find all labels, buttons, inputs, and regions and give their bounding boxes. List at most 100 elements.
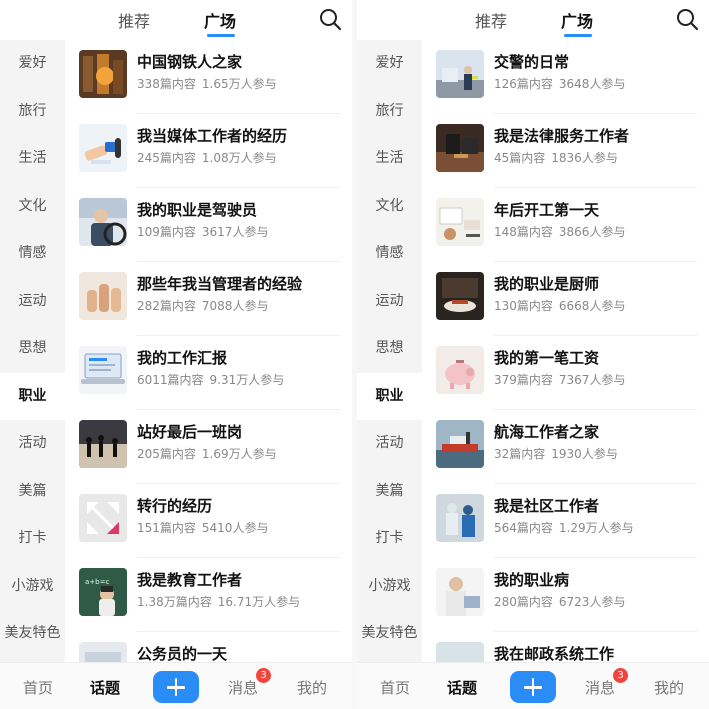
topic-list-item[interactable]: 我是社区工作者 564篇内容 1.29万人参与 — [422, 484, 709, 558]
topic-list-item[interactable]: 交警的日常 126篇内容 3648人参与 — [422, 40, 709, 114]
nav-mine[interactable]: 我的 — [297, 677, 327, 698]
search-icon[interactable] — [675, 7, 699, 31]
topic-title: 我在邮政系统工作 — [494, 645, 615, 662]
sidebar-item[interactable]: 活动 — [357, 420, 422, 468]
topic-stats: 151篇内容 5410人参与 — [137, 519, 268, 536]
nav-home[interactable]: 首页 — [380, 677, 410, 698]
participant-count: 9.31万人参与 — [209, 373, 285, 387]
topic-list-item[interactable]: 我的职业是驾驶员 109篇内容 3617人参与 — [65, 188, 352, 262]
participant-count: 5410人参与 — [201, 521, 269, 535]
topic-list-item[interactable]: 我在邮政系统工作 — [422, 632, 709, 662]
teacher-thumbnail: a+b=c — [79, 568, 127, 616]
topic-list-item[interactable]: 航海工作者之家 32篇内容 1930人参与 — [422, 410, 709, 484]
topic-title: 航海工作者之家 — [494, 423, 600, 441]
sidebar-item[interactable]: 职业 — [0, 372, 65, 420]
sidebar-item[interactable]: 小游戏 — [0, 563, 65, 611]
traffic-police-thumbnail — [436, 50, 484, 98]
topic-title: 我当媒体工作者的经历 — [137, 127, 288, 145]
topic-list-item[interactable]: 公务员的一天 — [65, 632, 352, 662]
nav-mine[interactable]: 我的 — [654, 677, 684, 698]
sidebar-item[interactable]: 情感 — [0, 230, 65, 278]
sidebar-item[interactable]: 生活 — [357, 135, 422, 183]
topic-list-item[interactable]: 我的第一笔工资 379篇内容 7367人参与 — [422, 336, 709, 410]
topic-stats: 6011篇内容 9.31万人参与 — [137, 371, 284, 388]
sidebar-item[interactable]: 爱好 — [0, 40, 65, 88]
topic-title: 我是法律服务工作者 — [494, 127, 630, 145]
topic-list-item[interactable]: 我的职业病 280篇内容 6723人参与 — [422, 558, 709, 632]
sidebar-item[interactable]: 美友特色 — [0, 610, 65, 658]
sidebar-item[interactable]: 活动 — [0, 420, 65, 468]
sidebar-item[interactable]: 生活 — [0, 135, 65, 183]
topic-list-item[interactable]: 我的工作汇报 6011篇内容 9.31万人参与 — [65, 336, 352, 410]
create-post-button[interactable] — [153, 671, 199, 703]
topic-title: 交警的日常 — [494, 53, 570, 71]
nav-messages[interactable]: 消息 — [585, 677, 615, 698]
topic-list-item[interactable]: 我当媒体工作者的经历 245篇内容 1.08万人参与 — [65, 114, 352, 188]
topic-title: 公务员的一天 — [137, 645, 228, 662]
sidebar-item[interactable]: 情感 — [357, 230, 422, 278]
post-count: 564篇内容 — [494, 521, 553, 535]
participant-count: 3648人参与 — [558, 77, 626, 91]
topic-stats: 245篇内容 1.08万人参与 — [137, 149, 277, 166]
sidebar-item[interactable]: 文化 — [0, 183, 65, 231]
sidebar-item[interactable]: 旅行 — [0, 88, 65, 136]
topic-list-item[interactable]: 我的职业是厨师 130篇内容 6668人参与 — [422, 262, 709, 336]
topic-list-item[interactable]: 我是法律服务工作者 45篇内容 1836人参与 — [422, 114, 709, 188]
topic-list-item[interactable]: 年后开工第一天 148篇内容 3866人参与 — [422, 188, 709, 262]
sidebar-item[interactable]: 美篇 — [0, 468, 65, 516]
sidebar-item[interactable]: 爱好 — [357, 40, 422, 88]
active-tab-indicator — [564, 34, 592, 37]
topic-list-item[interactable]: 中国钢铁人之家 338篇内容 1.65万人参与 — [65, 40, 352, 114]
sidebar-item[interactable]: 旅行 — [357, 88, 422, 136]
office-thumbnail — [79, 642, 127, 662]
nav-topics[interactable]: 话题 — [90, 677, 120, 698]
active-tab-indicator — [207, 34, 235, 37]
sidebar-item[interactable]: 打卡 — [0, 515, 65, 563]
topic-list-item[interactable]: a+b=c 我是教育工作者 1.38万篇内容 16.71万人参与 — [65, 558, 352, 632]
tab-recommend[interactable]: 推荐 — [475, 8, 507, 32]
topic-stats: 379篇内容 7367人参与 — [494, 371, 625, 388]
post-count: 151篇内容 — [137, 521, 196, 535]
sidebar-item[interactable]: 思想 — [357, 325, 422, 373]
category-sidebar: 爱好 旅行 生活 文化 情感 运动 思想 职业 活动 美篇 打卡 小游戏 美友特色 — [0, 40, 65, 662]
tab-recommend[interactable]: 推荐 — [118, 8, 150, 32]
sidebar-item[interactable]: 小游戏 — [357, 563, 422, 611]
tab-plaza[interactable]: 广场 — [561, 8, 593, 32]
topic-title: 站好最后一班岗 — [137, 423, 243, 441]
participant-count: 1.08万人参与 — [201, 151, 277, 165]
sidebar-item[interactable]: 文化 — [357, 183, 422, 231]
topic-stats: 32篇内容 1930人参与 — [494, 445, 618, 462]
sidebar-item[interactable]: 运动 — [0, 278, 65, 326]
steel-mill-thumbnail — [79, 50, 127, 98]
tab-plaza[interactable]: 广场 — [204, 8, 236, 32]
create-post-button[interactable] — [510, 671, 556, 703]
topic-stats: 205篇内容 1.69万人参与 — [137, 445, 277, 462]
topic-stats: 109篇内容 3617人参与 — [137, 223, 268, 240]
sidebar-item[interactable]: 职业 — [357, 372, 422, 420]
sidebar-item[interactable]: 打卡 — [357, 515, 422, 563]
sidebar-item[interactable]: 美友特色 — [357, 610, 422, 658]
topic-list-item[interactable]: 转行的经历 151篇内容 5410人参与 — [65, 484, 352, 558]
topic-title: 我的第一笔工资 — [494, 349, 600, 367]
participant-count: 3617人参与 — [201, 225, 269, 239]
topic-list-item[interactable]: 那些年我当管理者的经验 282篇内容 7088人参与 — [65, 262, 352, 336]
sidebar-item[interactable]: 美篇 — [357, 468, 422, 516]
post-count: 109篇内容 — [137, 225, 196, 239]
search-icon[interactable] — [318, 7, 342, 31]
participant-count: 1.29万人参与 — [558, 521, 634, 535]
post-count: 1.38万篇内容 — [137, 595, 212, 609]
post-office-thumbnail — [436, 642, 484, 662]
topic-title: 我的职业是驾驶员 — [137, 201, 258, 219]
topic-list: 交警的日常 126篇内容 3648人参与 我是法律服务工作者 45篇内容 1836人参与年… — [422, 40, 709, 662]
nav-home[interactable]: 首页 — [23, 677, 53, 698]
post-count: 32篇内容 — [494, 447, 546, 461]
sidebar-item[interactable]: 运动 — [357, 278, 422, 326]
topic-stats: 564篇内容 1.29万人参与 — [494, 519, 634, 536]
topic-list-item[interactable]: 站好最后一班岗 205篇内容 1.69万人参与 — [65, 410, 352, 484]
nav-messages[interactable]: 消息 — [228, 677, 258, 698]
topic-stats: 338篇内容 1.65万人参与 — [137, 75, 277, 92]
nav-topics[interactable]: 话题 — [447, 677, 477, 698]
sidebar-item[interactable]: 思想 — [0, 325, 65, 373]
arrows-thumbnail — [79, 494, 127, 542]
post-count: 205篇内容 — [137, 447, 196, 461]
